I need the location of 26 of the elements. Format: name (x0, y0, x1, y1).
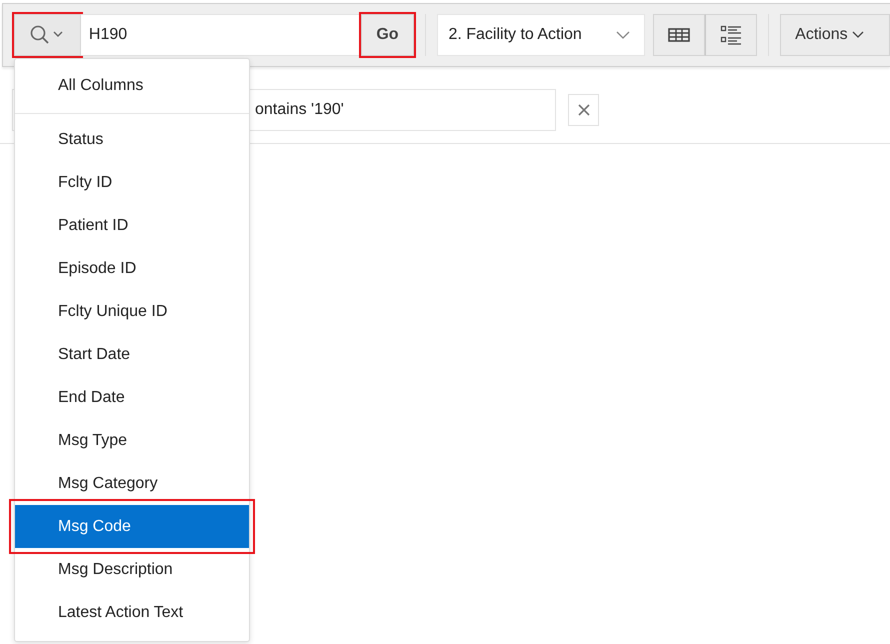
chevron-down-icon (616, 31, 630, 39)
menu-item[interactable]: Msg Type (15, 419, 249, 462)
table-icon (668, 28, 690, 42)
menu-item[interactable]: End Date (15, 376, 249, 419)
menu-item[interactable]: Fclty Unique ID (15, 290, 249, 333)
menu-item[interactable]: Msg Description (15, 548, 249, 591)
search-icon (29, 24, 66, 46)
list-icon (720, 24, 742, 46)
search-field[interactable]: H190 (80, 14, 360, 56)
search-column-button[interactable] (14, 14, 81, 56)
menu-item[interactable]: Msg Category (15, 462, 249, 505)
menu-item[interactable]: Msg Code (15, 505, 249, 548)
menu-item[interactable]: Start Date (15, 333, 249, 376)
menu-item[interactable]: Episode ID (15, 247, 249, 290)
view-button[interactable] (653, 14, 706, 56)
menu-item[interactable]: Patient ID (15, 204, 249, 247)
menu-item[interactable]: Fclty ID (15, 161, 249, 204)
remove-filter-button[interactable] (568, 94, 599, 126)
report-select[interactable]: 2. Facility to Action (437, 14, 646, 56)
chevron-down-icon (852, 31, 864, 39)
go-button[interactable]: Go (360, 14, 414, 56)
menu-item[interactable]: All Columns (15, 64, 249, 114)
view-button[interactable] (705, 14, 758, 56)
menu-item[interactable]: Latest Action Text (15, 591, 249, 634)
close-icon (578, 104, 590, 116)
actions-button[interactable]: Actions (780, 14, 890, 56)
